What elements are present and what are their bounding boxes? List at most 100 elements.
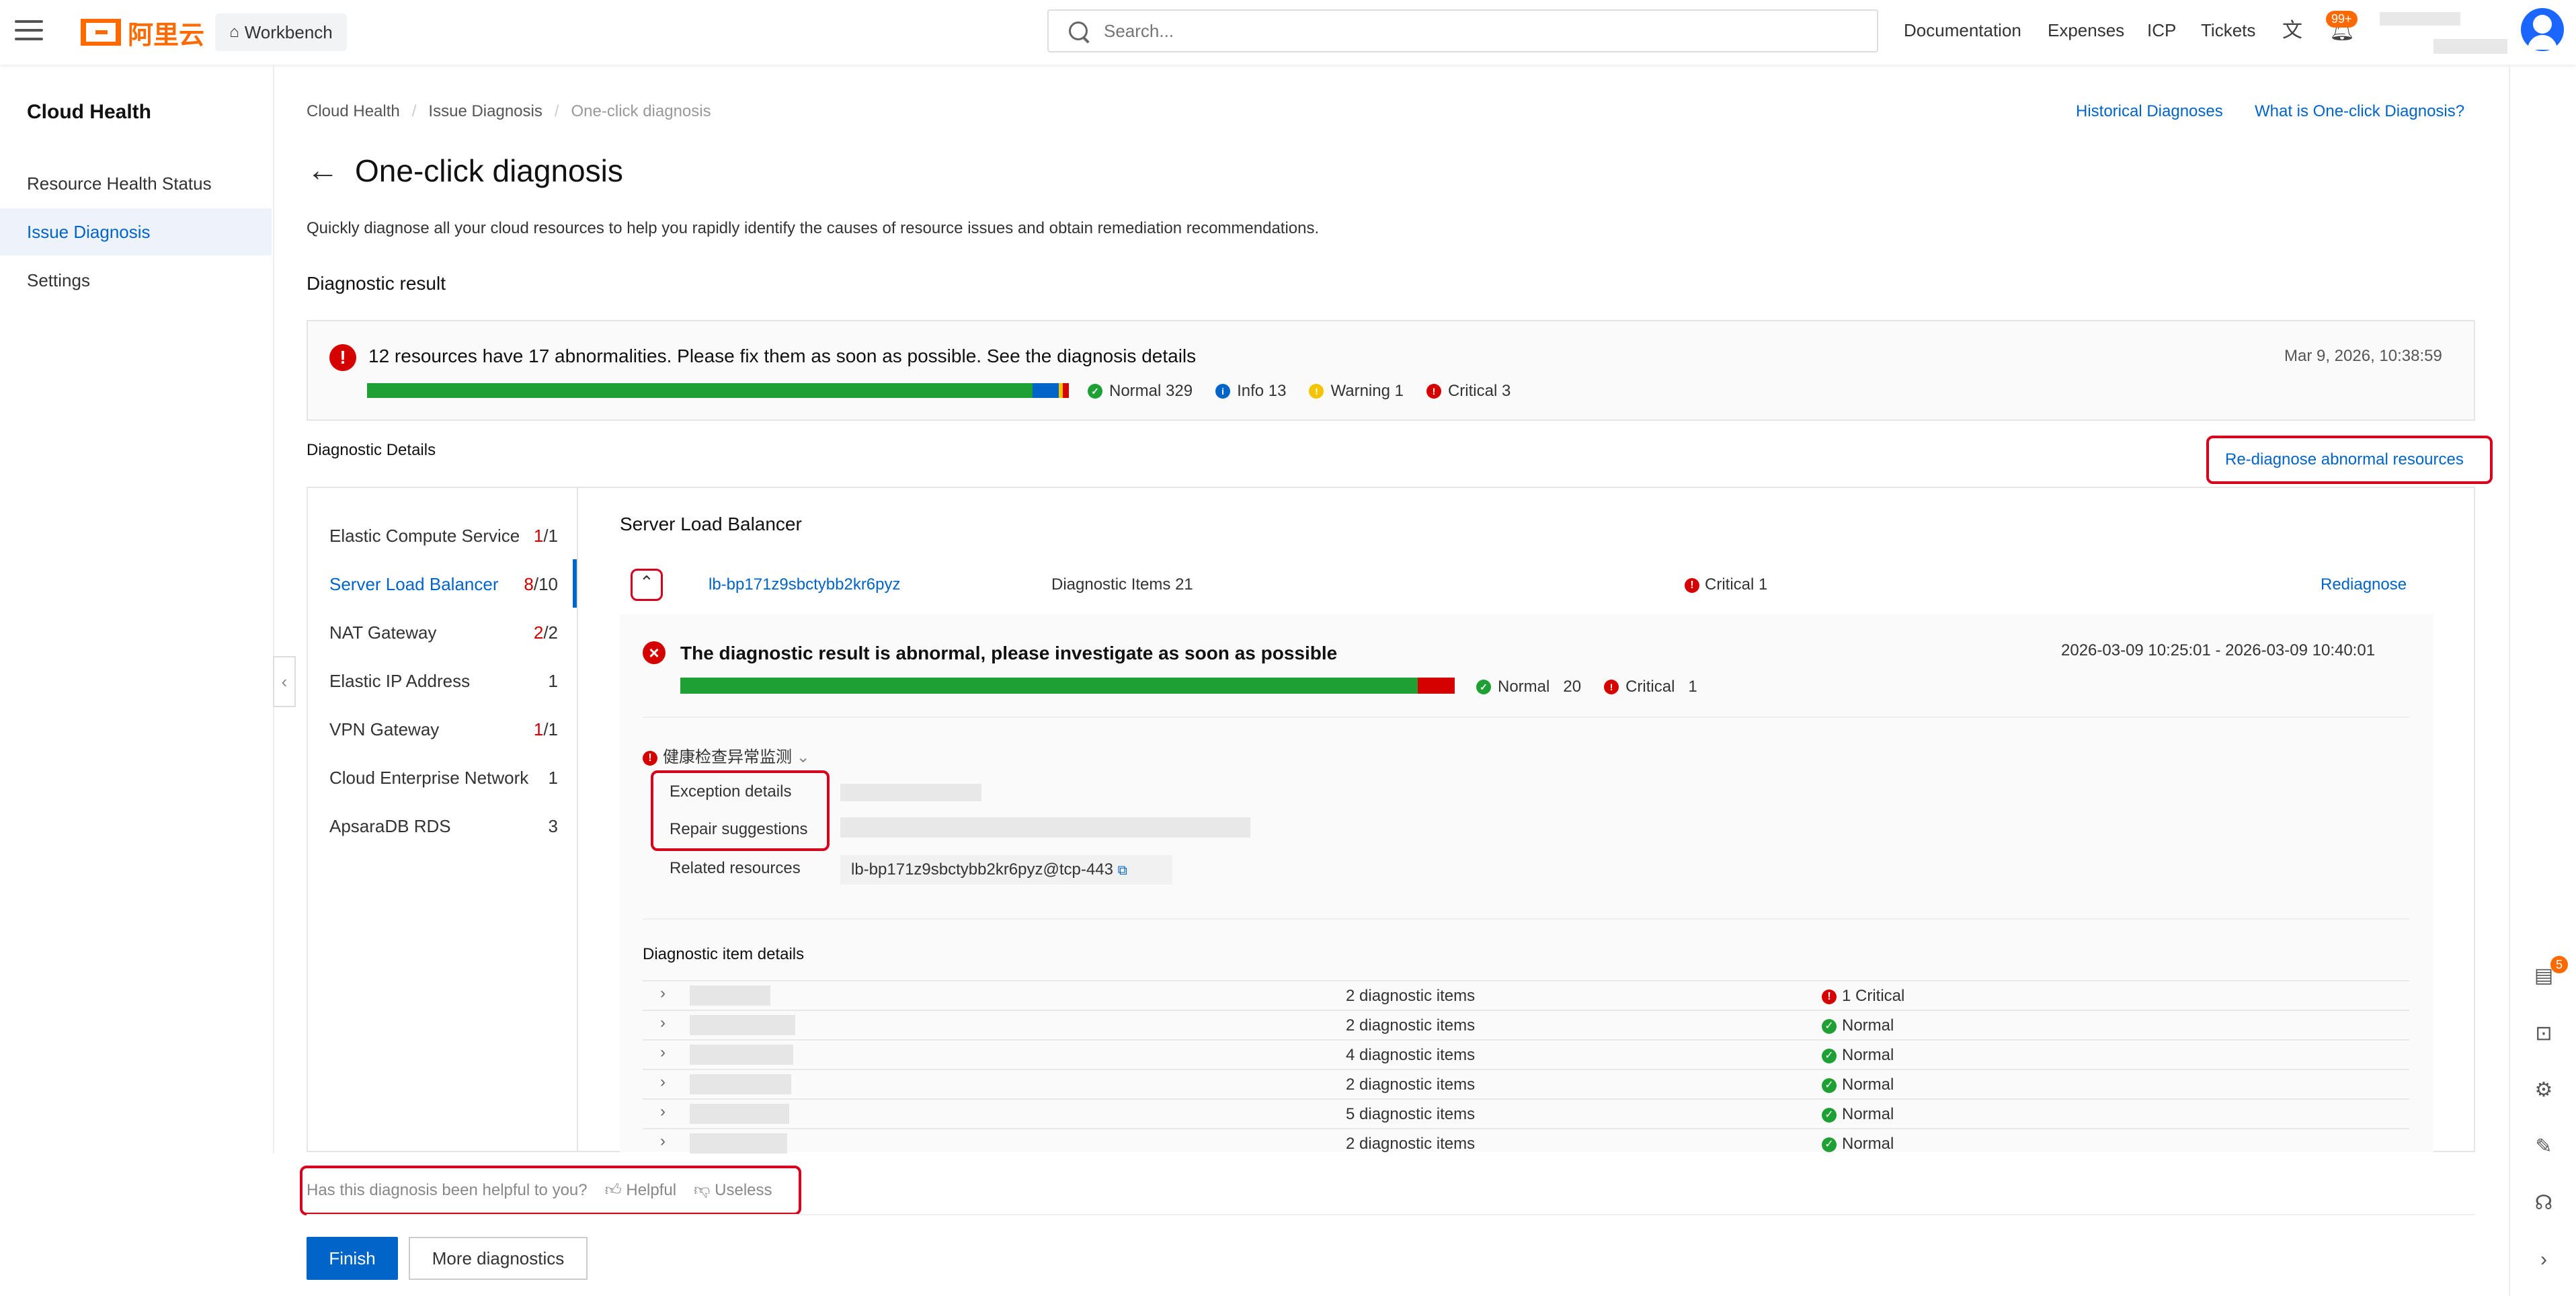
sidebar-item-resource-health[interactable]: Resource Health Status: [0, 160, 272, 207]
table-row[interactable]: › 2 diagnostic items ✓ Normal: [643, 1010, 2409, 1041]
sidebar-item-settings[interactable]: Settings: [0, 257, 272, 304]
external-link-icon[interactable]: ⧉: [1118, 863, 1127, 878]
finish-button[interactable]: Finish: [307, 1237, 398, 1280]
search-icon: [1069, 22, 1088, 40]
service-item[interactable]: Server Load Balancer 8/10: [329, 574, 558, 595]
diag-items-count: Diagnostic Items 21: [1051, 575, 1193, 594]
notification-badge: 99+: [2326, 11, 2358, 28]
summary-message: 12 resources have 17 abnormalities. Plea…: [368, 346, 1197, 366]
highlight-outline: [2206, 436, 2493, 484]
total-count: 1: [548, 671, 558, 691]
user-avatar[interactable]: [2521, 8, 2564, 51]
item-name-blurred: [690, 985, 770, 1006]
search-box[interactable]: [1047, 9, 1878, 52]
chevron-right-icon[interactable]: ›: [660, 1132, 666, 1151]
historical-diagnoses-link[interactable]: Historical Diagnoses: [2076, 102, 2223, 121]
instance-critical-status: ! Critical 1: [1685, 575, 1767, 594]
total-count: /2: [543, 622, 558, 643]
chevron-right-icon[interactable]: ›: [660, 1102, 666, 1121]
workbench-label: Workbench: [244, 22, 333, 42]
table-row[interactable]: › 2 diagnostic items ✓ Normal: [643, 1069, 2409, 1100]
item-status: ✓ Normal: [1822, 1076, 1894, 1094]
item-details-heading: Diagnostic item details: [643, 945, 805, 963]
repair-suggestions-blurred: [840, 817, 1250, 838]
service-item[interactable]: NAT Gateway 2/2: [329, 622, 558, 643]
item-count: 2 diagnostic items: [1346, 1135, 1476, 1153]
summary-legend: ✓ Normal 329 i Info 13! Warning 1! Critical 3: [1088, 382, 1533, 401]
nav-icp[interactable]: ICP: [2147, 20, 2176, 41]
check-icon: ✓: [1822, 1078, 1837, 1093]
chevron-right-icon[interactable]: ›: [2533, 1249, 2554, 1270]
sidebar-collapse-button[interactable]: ‹: [273, 656, 296, 707]
item-status: ✓ Normal: [1822, 1046, 1894, 1065]
critical-icon: !: [643, 750, 657, 766]
table-row[interactable]: › 2 diagnostic items! 1 Critical: [643, 980, 2409, 1011]
service-item[interactable]: Elastic IP Address 1: [329, 671, 558, 692]
breadcrumb-issue-diagnosis[interactable]: Issue Diagnosis: [428, 102, 542, 120]
status-segment: [367, 383, 1033, 398]
chevron-right-icon[interactable]: ›: [660, 1073, 666, 1092]
instance-status-bar: [680, 678, 1455, 694]
item-name-blurred: [690, 1015, 795, 1035]
chevron-right-icon[interactable]: ›: [660, 1014, 666, 1032]
gear-icon[interactable]: ⚙: [2533, 1080, 2554, 1101]
service-count: 1: [549, 768, 558, 788]
breadcrumb: Cloud Health / Issue Diagnosis / One-click d…: [307, 102, 711, 120]
collapse-toggle-outline[interactable]: ⌃: [631, 569, 663, 601]
home-icon: ⌂: [229, 23, 239, 41]
chevron-down-icon[interactable]: ⌄: [797, 748, 810, 766]
critical-label: Critical: [1625, 678, 1675, 696]
total-count: /1: [543, 719, 558, 739]
sidebar-item-issue-diagnosis[interactable]: Issue Diagnosis: [0, 208, 272, 255]
service-item[interactable]: ApsaraDB RDS 3: [329, 816, 558, 837]
item-status-label: Normal: [1842, 1016, 1894, 1035]
chevron-right-icon[interactable]: ›: [660, 1043, 666, 1062]
table-row[interactable]: › 5 diagnostic items ✓ Normal: [643, 1098, 2409, 1129]
item-count: 4 diagnostic items: [1346, 1046, 1476, 1064]
check-icon: ✓: [1822, 1107, 1837, 1123]
service-name: NAT Gateway: [329, 622, 437, 643]
what-is-link[interactable]: What is One-click Diagnosis?: [2255, 102, 2464, 121]
service-item[interactable]: Cloud Enterprise Network 1: [329, 768, 558, 788]
breadcrumb-cloud-health[interactable]: Cloud Health: [307, 102, 400, 120]
edit-icon[interactable]: ✎: [2533, 1136, 2554, 1158]
workbench-button[interactable]: ⌂ Workbench: [215, 13, 347, 51]
normal-label: Normal: [1498, 678, 1550, 696]
rail-badge: 5: [2550, 956, 2568, 973]
legend-item: ! Critical 3: [1426, 382, 1511, 401]
related-resource-tag[interactable]: lb-bp171z9sbctybb2kr6pyz@tcp-443 ⧉: [840, 855, 1172, 885]
instance-id-link[interactable]: lb-bp171z9sbctybb2kr6pyz: [709, 575, 901, 594]
item-name-blurred: [690, 1045, 793, 1065]
item-status-label: Normal: [1842, 1105, 1894, 1123]
service-item[interactable]: Elastic Compute Service 1/1: [329, 526, 558, 546]
aliyun-logo[interactable]: 阿里云: [81, 13, 204, 51]
more-diagnostics-button[interactable]: More diagnostics: [409, 1237, 588, 1280]
back-arrow-icon[interactable]: ←: [307, 152, 339, 189]
headset-icon[interactable]: ☊: [2533, 1192, 2554, 1214]
rediagnose-link[interactable]: Rediagnose: [2321, 575, 2407, 594]
menu-icon[interactable]: [15, 20, 43, 42]
service-name: VPN Gateway: [329, 719, 440, 739]
abnormal-count: 1: [533, 526, 544, 546]
language-icon[interactable]: 文: [2279, 17, 2306, 44]
chip-icon[interactable]: ⊡: [2533, 1023, 2554, 1045]
service-item[interactable]: VPN Gateway 1/1: [329, 719, 558, 740]
nav-documentation[interactable]: Documentation: [1904, 20, 2021, 41]
item-status: ! 1 Critical: [1822, 987, 1904, 1006]
diagnostic-details-heading: Diagnostic Details: [307, 441, 436, 459]
item-name-blurred: [690, 1074, 791, 1094]
nav-expenses[interactable]: Expenses: [2048, 20, 2124, 41]
total-count: /1: [543, 526, 558, 546]
table-row[interactable]: › 4 diagnostic items ✓ Normal: [643, 1039, 2409, 1070]
chevron-right-icon[interactable]: ›: [660, 984, 666, 1003]
abnormal-count: 2: [533, 622, 544, 643]
legend-label: Critical 3: [1447, 382, 1511, 400]
item-status-label: Normal: [1842, 1076, 1894, 1094]
error-icon: ×: [643, 641, 666, 664]
nav-tickets[interactable]: Tickets: [2201, 20, 2255, 41]
service-name: Server Load Balancer: [329, 574, 499, 594]
search-input[interactable]: [1102, 19, 1777, 42]
legend-item: ! Warning 1: [1309, 382, 1404, 401]
item-status: ✓ Normal: [1822, 1105, 1894, 1124]
account-name-blurred: [2380, 12, 2460, 26]
